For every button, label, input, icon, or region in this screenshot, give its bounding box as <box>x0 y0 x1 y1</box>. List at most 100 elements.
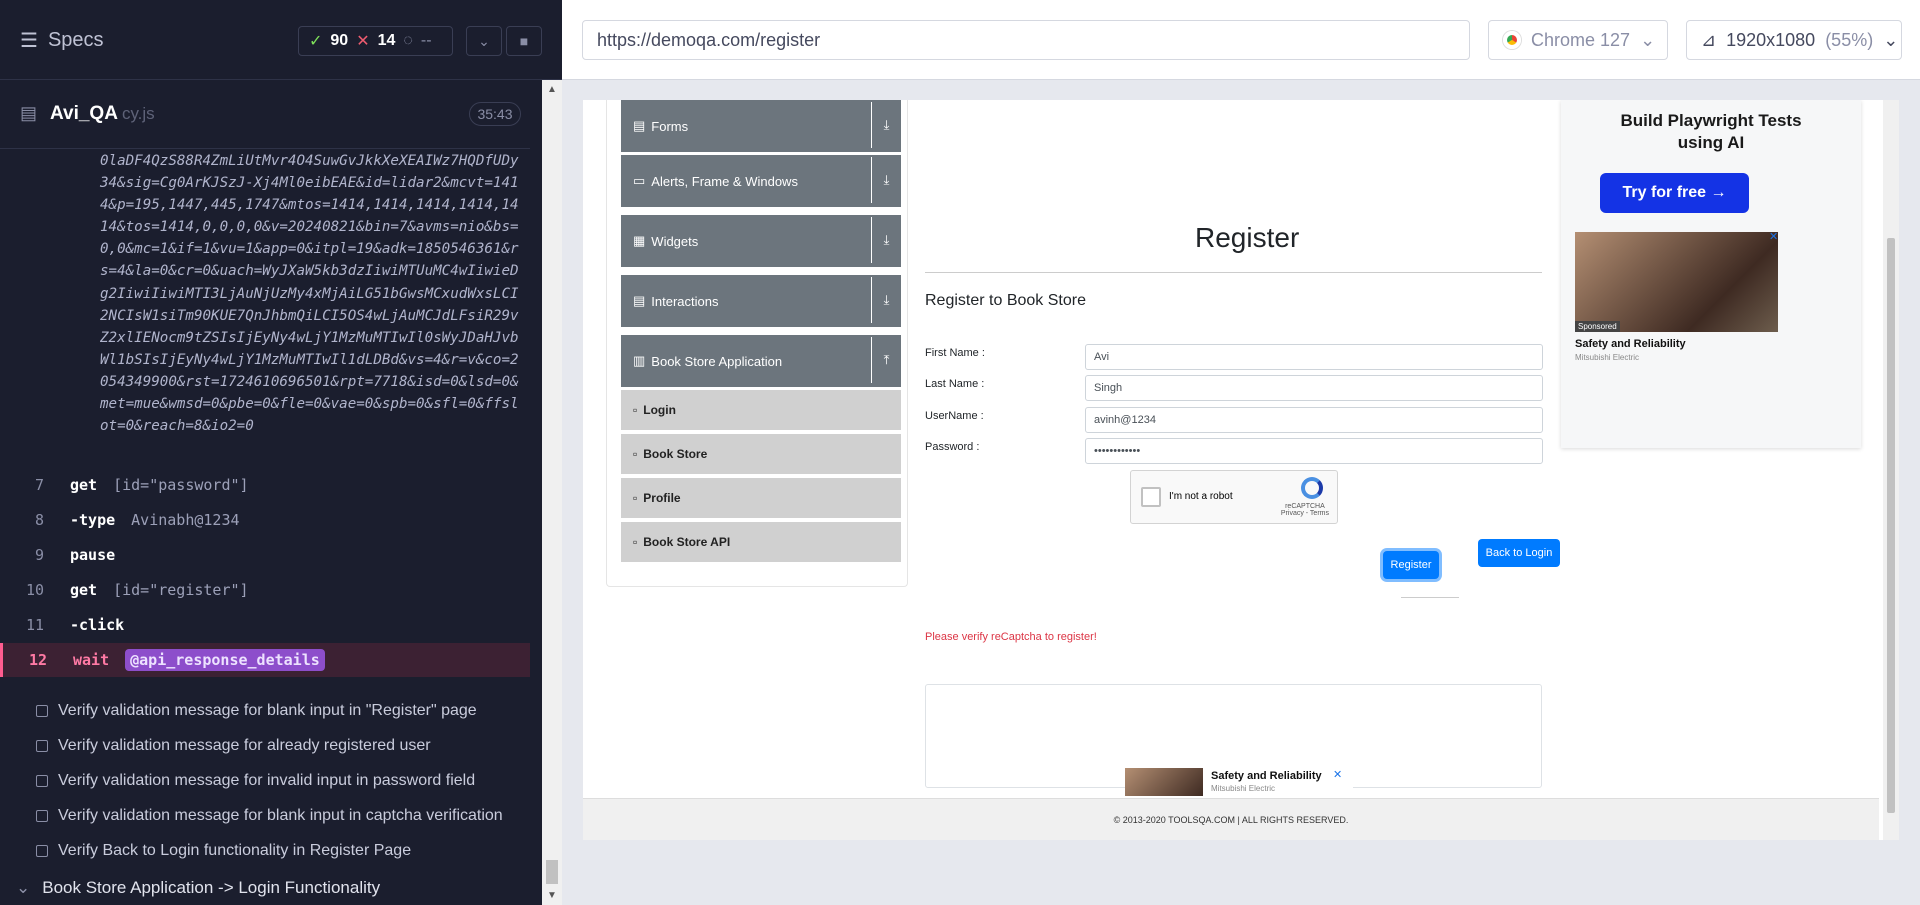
upload-icon: ⤒ <box>871 337 901 383</box>
error-message: Please verify reCaptcha to register! <box>925 631 1097 643</box>
scroll-down-icon[interactable]: ▼ <box>547 890 557 901</box>
menu-item-login[interactable]: ▫ Login <box>621 390 901 432</box>
command-row-active[interactable]: 12 wait @api_response_details <box>0 643 530 677</box>
bottom-ad[interactable]: Safety and Reliability Mitsubishi Electr… <box>1125 768 1353 796</box>
suite-item[interactable]: ⌄ Book Store Application -> Login Functio… <box>16 878 380 898</box>
item-icon: ▫ <box>633 447 638 461</box>
specs-header: ☰ Specs ✓ 90 ✕ 14 ◌ -- ⌄ ■ <box>0 0 562 80</box>
chevron-down-icon: ⌄ <box>16 878 31 897</box>
url-log-text: 0laDF4QzS88R4ZmLiUtMvr4O4SuwGvJkkXeXEAIW… <box>100 153 519 435</box>
specs-toggle[interactable]: ☰ Specs <box>20 28 104 53</box>
menu-group-book-store[interactable]: ▥ Book Store Application ⤒ <box>621 335 901 387</box>
command-row[interactable]: 9 pause <box>0 538 530 572</box>
test-stats: ✓ 90 ✕ 14 ◌ -- <box>298 26 453 56</box>
first-name-label: First Name : <box>925 347 985 359</box>
ad-image[interactable]: Sponsored <box>1575 232 1778 332</box>
chevron-down-icon: ⌄ <box>1883 29 1899 50</box>
url-field[interactable]: https://demoqa.com/register <box>582 20 1470 60</box>
divider <box>1401 597 1459 598</box>
download-icon: ⤓ <box>871 102 901 148</box>
back-to-login-button[interactable]: Back to Login <box>1478 539 1560 567</box>
alias-badge: @api_response_details <box>125 649 325 671</box>
window-icon: ▭ <box>633 173 646 188</box>
last-name-label: Last Name : <box>925 378 985 390</box>
sidebar-ad[interactable]: Build Playwright Tests using AI Try for … <box>1561 100 1861 448</box>
item-icon: ▫ <box>633 535 638 549</box>
close-icon[interactable]: ✕ <box>1333 768 1342 781</box>
checkbox-icon <box>36 810 48 822</box>
last-name-input[interactable]: Singh <box>1085 375 1543 401</box>
address-bar: https://demoqa.com/register Chrome 127 ⌄… <box>562 0 1920 80</box>
username-label: UserName : <box>925 410 984 422</box>
item-icon: ▫ <box>633 403 638 417</box>
books-icon: ▥ <box>633 353 646 368</box>
test-item[interactable]: Verify validation message for blank inpu… <box>36 702 536 720</box>
scrollbar[interactable]: ▲ ▼ <box>542 80 562 905</box>
download-icon: ⤓ <box>871 217 901 263</box>
register-button[interactable]: Register <box>1383 551 1439 579</box>
widgets-icon: ▦ <box>633 233 646 248</box>
pending-icon: ◌ <box>403 32 413 49</box>
cypress-runner-panel: ☰ Specs ✓ 90 ✕ 14 ◌ -- ⌄ ■ ▤ Avi_QA cy.js… <box>0 0 562 905</box>
menu-item-profile[interactable]: ▫ Profile <box>621 478 901 520</box>
menu-group-interactions[interactable]: ▤ Interactions ⤓ <box>621 275 901 327</box>
app-viewport: ▤ Forms ⤓ ▭ Alerts, Frame & Windows ⤓ ▦ Widge… <box>583 100 1899 840</box>
spec-file-name: Avi_QA cy.js <box>50 103 155 124</box>
interactions-icon: ▤ <box>633 293 646 308</box>
recaptcha-checkbox[interactable] <box>1141 487 1161 507</box>
viewport-select[interactable]: ⊿ 1920x1080 (55%) ⌄ <box>1686 20 1902 60</box>
run-duration: 35:43 <box>469 102 521 126</box>
password-label: Password : <box>925 441 980 453</box>
stop-button[interactable]: ■ <box>506 26 542 56</box>
command-row[interactable]: 11 -click <box>0 608 530 642</box>
check-icon: ✓ <box>309 33 323 50</box>
chevron-down-icon[interactable]: ⌄ <box>466 26 502 56</box>
chevron-down-icon: ⌄ <box>1640 29 1656 50</box>
checkbox-icon <box>36 845 48 857</box>
first-name-input[interactable]: Avi <box>1085 344 1543 370</box>
menu-item-book-store-api[interactable]: ▫ Book Store API <box>621 522 901 564</box>
test-item[interactable]: Verify validation message for invalid in… <box>36 772 536 790</box>
pending-count: -- <box>420 32 432 49</box>
recaptcha-widget: I'm not a robot reCAPTCHA Privacy - Terms <box>1130 470 1338 524</box>
browser-area: https://demoqa.com/register Chrome 127 ⌄… <box>562 0 1920 905</box>
menu-group-alerts[interactable]: ▭ Alerts, Frame & Windows ⤓ <box>621 155 901 207</box>
divider <box>925 272 1542 273</box>
ruler-icon: ⊿ <box>1701 29 1717 50</box>
scrollbar[interactable] <box>1883 100 1899 840</box>
item-icon: ▫ <box>633 491 638 505</box>
spec-file-bar: ▤ Avi_QA cy.js <box>0 81 530 149</box>
test-item[interactable]: Verify Back to Login functionality in Re… <box>36 842 536 860</box>
recaptcha-icon <box>1301 477 1323 499</box>
menu-icon: ☰ <box>20 30 38 52</box>
footer: © 2013-2020 TOOLSQA.COM | ALL RIGHTS RES… <box>583 798 1879 840</box>
failed-count: 14 <box>377 32 396 49</box>
close-icon[interactable]: ✕ <box>1769 230 1778 243</box>
passed-count: 90 <box>330 32 349 49</box>
left-menu: ▤ Forms ⤓ ▭ Alerts, Frame & Windows ⤓ ▦ Widge… <box>606 100 908 587</box>
test-item[interactable]: Verify validation message for already re… <box>36 737 536 755</box>
username-input[interactable]: avinh@1234 <box>1085 407 1543 433</box>
document-icon: ▤ <box>20 103 38 123</box>
checkbox-icon <box>36 775 48 787</box>
download-icon: ⤓ <box>871 157 901 203</box>
try-for-free-button[interactable]: Try for free → <box>1600 173 1749 213</box>
form-subtitle: Register to Book Store <box>925 292 1086 309</box>
checkbox-icon <box>36 740 48 752</box>
download-icon: ⤓ <box>871 277 901 323</box>
command-row[interactable]: 7 get [id="password"] <box>0 468 530 502</box>
command-row[interactable]: 10 get [id="register"] <box>0 573 530 607</box>
test-item[interactable]: Verify validation message for blank inpu… <box>36 807 536 825</box>
chrome-icon <box>1503 31 1521 49</box>
command-row[interactable]: 8 -type Avinabh@1234 <box>0 503 530 537</box>
password-input[interactable]: •••••••••••• <box>1085 438 1543 464</box>
browser-select[interactable]: Chrome 127 ⌄ <box>1488 20 1668 60</box>
form-icon: ▤ <box>633 118 646 133</box>
menu-item-book-store[interactable]: ▫ Book Store <box>621 434 901 476</box>
menu-group-forms[interactable]: ▤ Forms ⤓ <box>621 100 901 152</box>
specs-title: Specs <box>47 29 104 51</box>
scroll-up-icon[interactable]: ▲ <box>547 84 557 95</box>
cross-icon: ✕ <box>356 33 370 50</box>
menu-group-widgets[interactable]: ▦ Widgets ⤓ <box>621 215 901 267</box>
checkbox-icon <box>36 705 48 717</box>
